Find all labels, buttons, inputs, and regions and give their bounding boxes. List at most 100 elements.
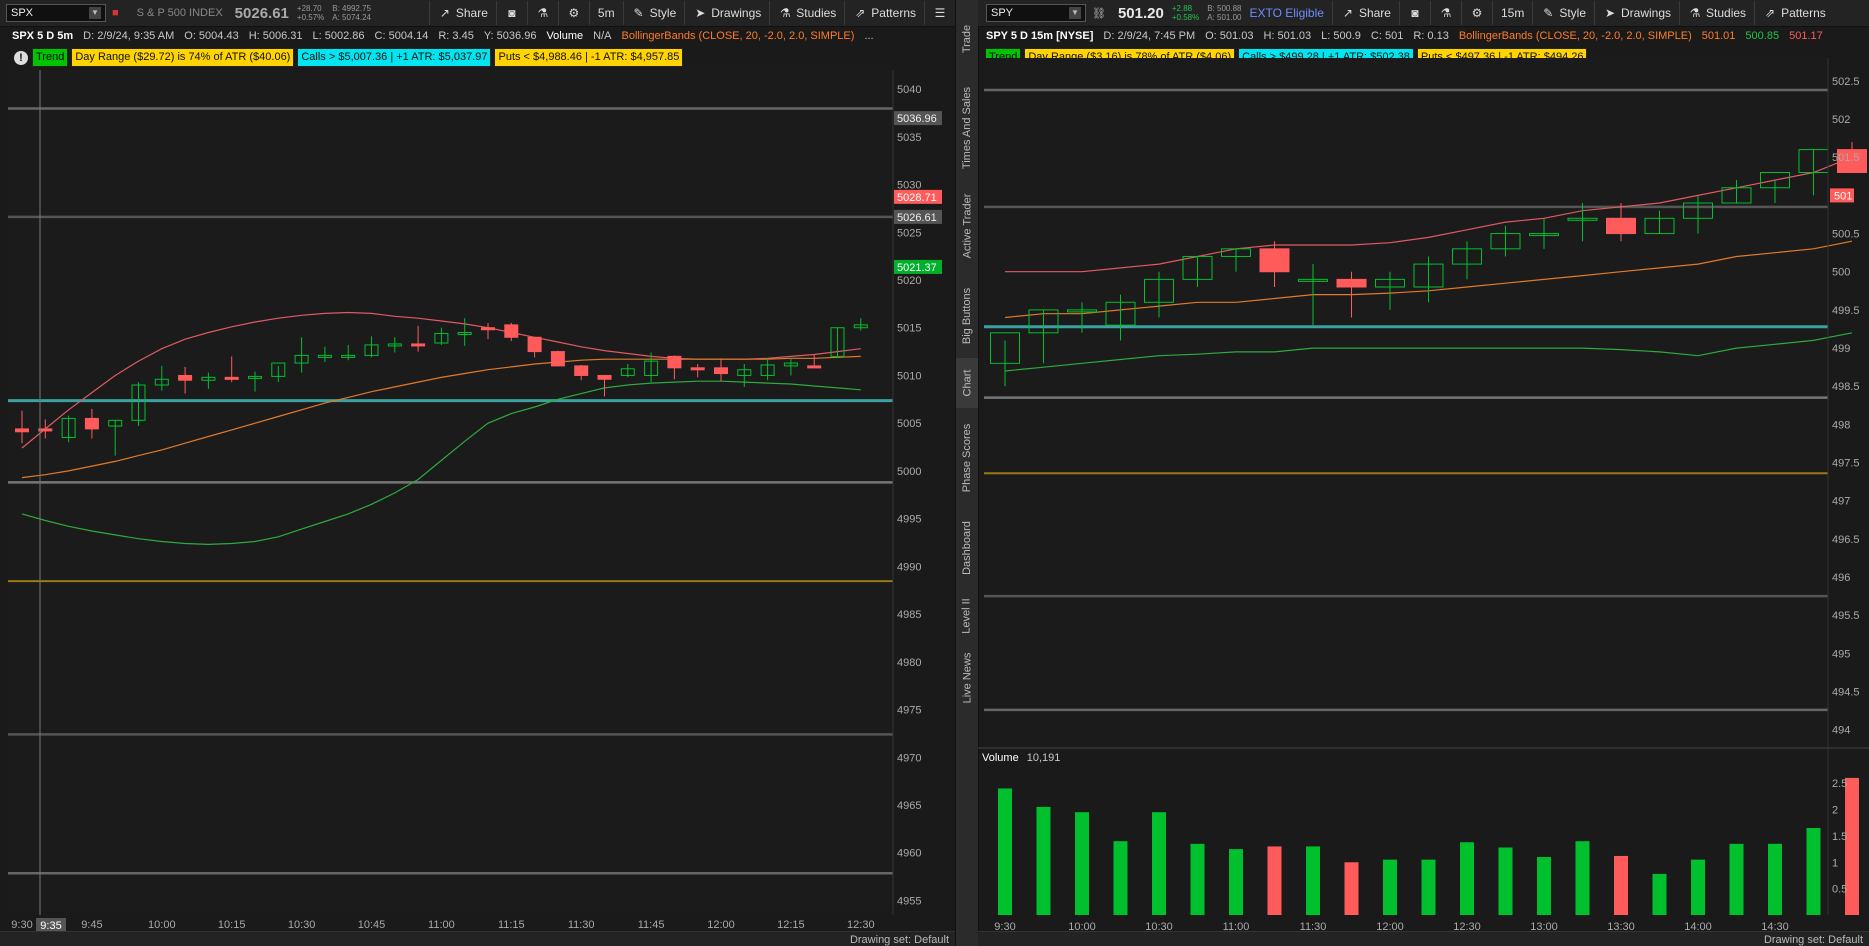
candle-body bbox=[1413, 263, 1444, 288]
volume-bar bbox=[1614, 855, 1628, 915]
side-tab-level-ii[interactable]: Level II bbox=[956, 588, 978, 643]
right-settings-button[interactable]: ⚙ bbox=[1460, 1, 1492, 25]
side-tab-trade[interactable]: Trade bbox=[956, 0, 978, 78]
right-patterns-button[interactable]: ⇗ Patterns bbox=[1754, 1, 1834, 25]
volume-label: Volume bbox=[982, 752, 1019, 764]
candle-body bbox=[504, 324, 519, 338]
y-axis-tick-label: 498 bbox=[1832, 419, 1850, 431]
right-price-chart[interactable]: 502.5 502 501.5 501 500.5 500 499.5 499 498.5 498… bbox=[978, 0, 1869, 946]
left-change-abs: +28.70 bbox=[296, 4, 322, 13]
cursor-icon: ➤ bbox=[695, 6, 706, 20]
candle-body bbox=[527, 336, 542, 353]
right-style-label: Style bbox=[1559, 6, 1587, 20]
left-snapshot-button[interactable]: ◙ bbox=[495, 1, 527, 25]
y-axis-tick-label: 5025 bbox=[897, 227, 921, 239]
side-tab-chart[interactable]: Chart bbox=[956, 358, 978, 408]
right-symbol-input[interactable]: SPY ▼ bbox=[986, 4, 1086, 22]
candle-body bbox=[434, 332, 449, 344]
left-menu-button[interactable]: ☰ bbox=[924, 1, 955, 25]
chevron-down-icon[interactable]: ▼ bbox=[89, 7, 101, 19]
right-info-date: D: 2/9/24, 7:45 PM bbox=[1103, 30, 1196, 42]
side-tab-times-and-sales[interactable]: Times And Sales bbox=[956, 78, 978, 178]
left-chart-title: SPX 5 D 5m bbox=[12, 30, 74, 42]
camera-icon: ◙ bbox=[508, 6, 516, 20]
chevron-down-icon[interactable]: ▼ bbox=[1069, 7, 1081, 19]
price-tag bbox=[894, 209, 942, 224]
side-tab-live-news[interactable]: Live News bbox=[956, 643, 978, 713]
candle-body bbox=[760, 364, 775, 376]
bookmark-icon[interactable]: ■ bbox=[112, 7, 119, 19]
right-studies-button[interactable]: ⚗ Studies bbox=[1679, 1, 1754, 25]
volume-bar bbox=[1806, 828, 1821, 915]
left-price-chart[interactable]: 5040 5035 5030 5025 5020 5015 5010 5005 5000 4995… bbox=[0, 0, 955, 946]
left-flask-button[interactable]: ⚗ bbox=[526, 1, 558, 25]
volume-bar bbox=[1036, 806, 1051, 915]
link-icon[interactable]: ⛓ bbox=[1092, 7, 1106, 20]
left-patterns-button[interactable]: ⇗ Patterns bbox=[844, 1, 924, 25]
volume-bar bbox=[1190, 843, 1205, 915]
candle-body bbox=[341, 354, 356, 358]
left-style-button[interactable]: ✎ Style bbox=[622, 1, 685, 25]
candle-body bbox=[550, 351, 565, 367]
side-tab-big-buttons[interactable]: Big Buttons bbox=[956, 273, 978, 358]
left-studies-label: Studies bbox=[796, 6, 837, 20]
candle-body bbox=[830, 327, 845, 357]
volume-axis-tick: 2 bbox=[1832, 805, 1838, 817]
right-info-open: O: 501.03 bbox=[1205, 30, 1254, 42]
right-share-button[interactable]: ↗ Share bbox=[1331, 1, 1399, 25]
left-settings-button[interactable]: ⚙ bbox=[557, 1, 589, 25]
side-tab-phase-scores[interactable]: Phase Scores bbox=[956, 408, 978, 508]
left-bid: B: 4992.75 bbox=[332, 4, 371, 13]
bb-upper-line bbox=[21, 311, 861, 449]
right-snapshot-button[interactable]: ◙ bbox=[1398, 1, 1430, 25]
left-puts-badge: Puts < $4,988.46 | -1 ATR: $4,957.85 bbox=[494, 48, 684, 67]
left-symbol-input[interactable]: SPX ▼ bbox=[6, 4, 106, 22]
patterns-icon: ⇗ bbox=[1765, 6, 1776, 20]
right-timeframe-button[interactable]: 15m bbox=[1491, 1, 1532, 25]
left-share-button[interactable]: ↗ Share bbox=[428, 1, 496, 25]
side-tab-active-trader[interactable]: Active Trader bbox=[956, 178, 978, 273]
right-chart-pane[interactable]: SPY ▼ ⛓ 501.20 +2.88 +0.58% B: 500.88 A:… bbox=[978, 0, 1869, 946]
left-drawings-button[interactable]: ➤ Drawings bbox=[684, 1, 769, 25]
left-studies-button[interactable]: ⚗ Studies bbox=[769, 1, 844, 25]
style-icon: ✎ bbox=[1543, 6, 1554, 20]
y-axis-tick-label: 5020 bbox=[897, 275, 921, 287]
left-badge-row: ! Trend Day Range ($29.72) is 74% of ATR… bbox=[0, 48, 686, 67]
flask-icon: ⚗ bbox=[1440, 6, 1452, 20]
left-volume-value: N/A bbox=[593, 30, 612, 42]
candle-body bbox=[807, 365, 822, 369]
volume-axis-tick: 0.5 bbox=[1832, 884, 1847, 896]
candle-body bbox=[783, 362, 798, 367]
camera-icon: ◙ bbox=[1411, 6, 1419, 20]
volume-bar bbox=[1537, 857, 1551, 915]
side-tab-dashboard[interactable]: Dashboard bbox=[956, 508, 978, 588]
patterns-icon: ⇗ bbox=[855, 6, 866, 20]
y-axis-tick-label: 501.5 bbox=[1832, 152, 1860, 164]
candle-body bbox=[1837, 149, 1867, 174]
gear-icon: ⚙ bbox=[1471, 6, 1483, 20]
right-drawings-button[interactable]: ➤ Drawings bbox=[1594, 1, 1679, 25]
candle-body bbox=[131, 384, 146, 421]
right-share-label: Share bbox=[1358, 6, 1391, 20]
side-tab-label: Level II bbox=[961, 597, 973, 634]
left-trend-badge: Trend bbox=[32, 48, 69, 67]
right-drawings-label: Drawings bbox=[1621, 6, 1672, 20]
y-axis-tick-label: 494.5 bbox=[1832, 687, 1860, 699]
volume-bar bbox=[1691, 859, 1705, 915]
candle-body bbox=[620, 368, 635, 376]
left-info-range: R: 3.45 bbox=[438, 30, 474, 42]
x-axis-tick-label: 12:15 bbox=[777, 919, 805, 931]
exto-eligible-label: EXTO Eligible bbox=[1249, 6, 1324, 20]
right-flask-button[interactable]: ⚗ bbox=[1429, 1, 1461, 25]
right-info-close: C: 501 bbox=[1370, 30, 1404, 42]
right-style-button[interactable]: ✎ Style bbox=[1532, 1, 1594, 25]
crosshair-time-box bbox=[36, 918, 66, 932]
right-info-range: R: 0.13 bbox=[1413, 30, 1449, 42]
left-timeframe-button[interactable]: 5m bbox=[588, 1, 623, 25]
candle-body bbox=[317, 354, 332, 358]
x-axis-tick-label: 12:00 bbox=[707, 919, 735, 931]
alert-icon[interactable]: ! bbox=[14, 50, 28, 65]
left-chart-pane[interactable]: SPX ▼ ■ S & P 500 INDEX 5026.61 +28.70 +… bbox=[0, 0, 955, 946]
right-info-row: SPY 5 D 15m [NYSE] D: 2/9/24, 7:45 PM O:… bbox=[978, 26, 1833, 46]
volume-bar bbox=[1729, 843, 1744, 915]
